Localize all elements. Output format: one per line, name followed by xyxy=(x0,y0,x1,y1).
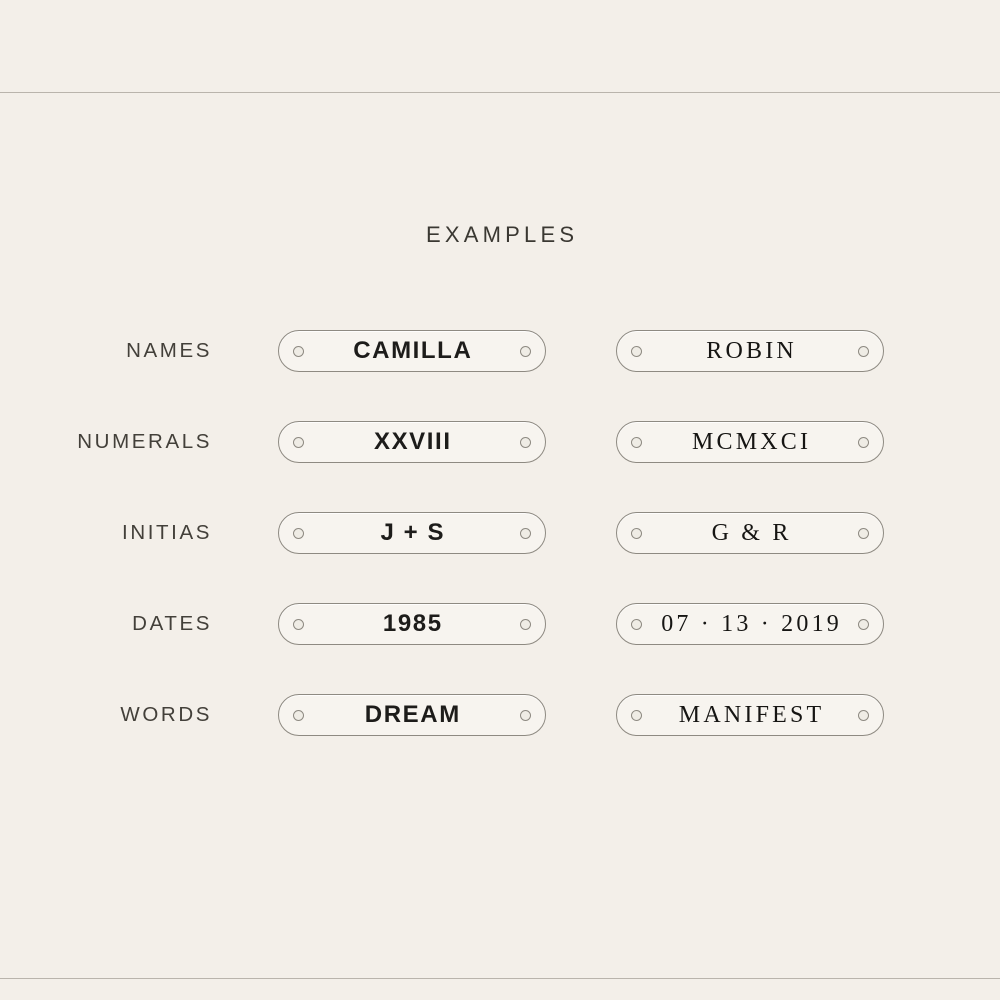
tag-hole-left-icon xyxy=(631,618,642,630)
divider-top xyxy=(0,92,1000,93)
example-row: INITIAS J + S G & R xyxy=(0,512,1000,603)
tag-initials-right[interactable]: G & R xyxy=(616,512,884,554)
tag-hole-left-icon xyxy=(293,709,304,721)
tag-text: MCMXCI xyxy=(691,428,812,455)
examples-list: NAMES CAMILLA ROBIN NUMERALS XXVIII MCMX… xyxy=(0,330,1000,785)
tag-dates-right[interactable]: 07 · 13 · 2019 xyxy=(616,603,884,645)
tag-dates-left[interactable]: 1985 xyxy=(278,603,546,645)
tag-hole-right-icon xyxy=(520,618,531,630)
example-row: WORDS DREAM MANIFEST xyxy=(0,694,1000,785)
tag-text: MANIFEST xyxy=(678,701,825,728)
example-row: DATES 1985 07 · 13 · 2019 xyxy=(0,603,1000,694)
tag-hole-right-icon xyxy=(520,345,531,357)
example-row: NAMES CAMILLA ROBIN xyxy=(0,330,1000,421)
tag-hole-right-icon xyxy=(858,527,869,539)
example-row: NUMERALS XXVIII MCMXCI xyxy=(0,421,1000,512)
tag-text: ROBIN xyxy=(706,337,797,364)
tag-words-right[interactable]: MANIFEST xyxy=(616,694,884,736)
tag-text: XXVIII xyxy=(373,428,452,455)
tag-text: CAMILLA xyxy=(353,337,473,364)
tag-hole-left-icon xyxy=(631,345,642,357)
tag-names-right[interactable]: ROBIN xyxy=(616,330,884,372)
tag-text: 07 · 13 · 2019 xyxy=(661,610,842,637)
row-label-words: WORDS xyxy=(120,703,212,726)
tag-numerals-left[interactable]: XXVIII xyxy=(278,421,546,463)
tag-hole-right-icon xyxy=(858,709,869,721)
tag-hole-right-icon xyxy=(520,436,531,448)
row-label-names: NAMES xyxy=(126,339,212,362)
tag-hole-right-icon xyxy=(858,436,869,448)
tag-hole-left-icon xyxy=(293,527,304,539)
tag-hole-left-icon xyxy=(631,709,642,721)
tag-hole-left-icon xyxy=(293,436,304,448)
tag-names-left[interactable]: CAMILLA xyxy=(278,330,546,372)
tag-hole-right-icon xyxy=(520,709,531,721)
tag-hole-left-icon xyxy=(293,345,304,357)
tag-words-left[interactable]: DREAM xyxy=(278,694,546,736)
tag-hole-right-icon xyxy=(520,527,531,539)
tag-hole-left-icon xyxy=(631,527,642,539)
row-label-dates: DATES xyxy=(132,612,212,635)
tag-text: G & R xyxy=(711,519,792,546)
page-title: EXAMPLES xyxy=(425,222,579,247)
tag-hole-right-icon xyxy=(858,345,869,357)
tag-hole-left-icon xyxy=(293,618,304,630)
tag-initials-left[interactable]: J + S xyxy=(278,512,546,554)
tag-numerals-right[interactable]: MCMXCI xyxy=(616,421,884,463)
tag-hole-right-icon xyxy=(858,618,869,630)
divider-bottom xyxy=(0,978,1000,979)
tag-text: 1985 xyxy=(382,610,443,637)
tag-hole-left-icon xyxy=(631,436,642,448)
tag-text: J + S xyxy=(380,519,446,546)
tag-text: DREAM xyxy=(364,701,461,728)
row-label-initials: INITIAS xyxy=(122,521,212,544)
row-label-numerals: NUMERALS xyxy=(77,430,212,453)
